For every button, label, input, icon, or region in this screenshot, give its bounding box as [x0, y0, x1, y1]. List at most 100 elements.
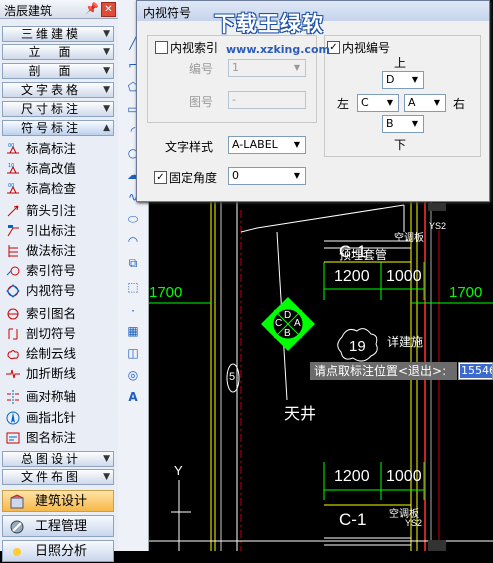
category-site-plan[interactable]: 总图设计 ▼	[2, 451, 114, 467]
panel-titlebar: 浩辰建筑 📌 ✕	[0, 0, 118, 19]
module-building-design[interactable]: 建筑设计	[2, 490, 114, 512]
dimension-text: 1200	[334, 268, 370, 285]
table-tool-icon[interactable]: ◎	[126, 368, 140, 382]
top-direction-select[interactable]: D ▼	[382, 71, 424, 89]
text-style-label: 文字样式	[165, 140, 214, 154]
interior-symbol-b: B	[284, 328, 291, 339]
menu-item-elevation-edit[interactable]: 10 标高改值	[4, 159, 116, 179]
chevron-down-icon: ▼	[293, 63, 301, 72]
interior-symbol-d: D	[284, 310, 292, 321]
make-block-tool-icon[interactable]: ⬚	[126, 280, 140, 294]
annotation-text: 详建施	[387, 335, 424, 349]
menu-item-elevation-check[interactable]: 00 标高检查	[4, 179, 116, 199]
building-design-icon	[10, 494, 24, 509]
annotation-text: YS2	[429, 221, 447, 231]
interior-number-label: 内视编号	[342, 41, 391, 55]
menu-item-north-arrow[interactable]: 画指北针	[4, 408, 116, 428]
sunlight-icon	[13, 548, 21, 556]
chevron-down-icon: ▼	[103, 85, 110, 95]
command-input[interactable]: 15546	[458, 362, 493, 380]
chevron-down-icon: ▼	[433, 98, 441, 107]
window-label: C-1	[339, 510, 367, 529]
ellipse-arc-tool-icon[interactable]: ◠	[126, 234, 140, 248]
hatch-tool-icon[interactable]: ▦	[126, 324, 140, 338]
break-line-icon	[6, 369, 20, 379]
menu-item-cloud-line[interactable]: 绘制云线	[4, 344, 116, 364]
dialog-title: 内视符号	[143, 6, 192, 20]
pin-icon[interactable]: 📌	[85, 2, 99, 15]
insert-block-tool-icon[interactable]: ⧉	[126, 256, 140, 270]
category-symbol-mark[interactable]: 符号标注 ▲	[2, 120, 114, 136]
center-direction-select[interactable]: A ▼	[404, 94, 446, 112]
menu-item-section-symbol[interactable]: 剖切符号	[4, 324, 116, 344]
elevation-edit-icon: 10	[7, 163, 19, 174]
svg-text:10: 10	[8, 163, 14, 169]
elevation-mark-icon: 00	[7, 143, 19, 154]
svg-text:00: 00	[8, 143, 14, 149]
angle-select[interactable]: 0 ▼	[228, 167, 306, 185]
symmetry-axis-icon	[7, 390, 19, 404]
direction-left-label: 左	[337, 97, 350, 111]
chevron-down-icon: ▼	[103, 47, 110, 57]
close-icon[interactable]: ✕	[101, 2, 116, 17]
text-style-select[interactable]: A-LABEL ▼	[228, 136, 306, 154]
chevron-down-icon: ▼	[293, 140, 301, 149]
mtext-tool-icon[interactable]: A	[126, 390, 140, 404]
menu-item-interior-view[interactable]: 内视符号	[4, 281, 116, 301]
menu-item-index-symbol[interactable]: 索引符号	[4, 261, 116, 281]
bubble-number: 19	[349, 338, 366, 355]
elevation-check-icon: 00	[7, 183, 19, 194]
interior-symbol-c: C	[275, 318, 283, 329]
drawing-number-field[interactable]: -	[228, 91, 306, 109]
cloud-line-icon	[7, 350, 19, 360]
menu-item-index-title[interactable]: 索引图名	[4, 304, 116, 324]
dimension-text: 1000	[386, 268, 422, 285]
design-panel: 浩辰建筑 📌 ✕ 三维建模 ▼ 立 面 ▼ 剖 面 ▼ 文字表格 ▼ 尺寸标注 ▼ 符号标…	[0, 0, 119, 562]
menu-item-elevation-mark[interactable]: 00 标高标注	[4, 139, 116, 159]
module-project-manage[interactable]: 工程管理	[2, 515, 114, 537]
category-elevation[interactable]: 立 面 ▼	[2, 44, 114, 60]
region-tool-icon[interactable]: ◫	[126, 346, 140, 360]
menu-item-arrow-leader[interactable]: 箭头引注	[4, 201, 116, 221]
panel-title: 浩辰建筑	[4, 4, 53, 18]
dimension-text: 1000	[386, 468, 422, 485]
category-3d-modeling[interactable]: 三维建模 ▼	[2, 26, 114, 42]
fixed-angle-checkbox[interactable]: ✓	[154, 171, 167, 184]
dimension-text: 1200	[334, 468, 370, 485]
interior-view-icon	[6, 284, 20, 298]
module-sunlight-analysis[interactable]: 日照分析	[2, 540, 114, 562]
menu-item-leader-note[interactable]: 引出标注	[4, 221, 116, 241]
method-note-icon	[8, 245, 18, 257]
category-file-layout[interactable]: 文件布图 ▼	[2, 469, 114, 485]
drawing-title-icon	[6, 432, 20, 444]
ellipse-tool-icon[interactable]: ⬭	[126, 212, 140, 226]
chevron-down-icon: ▼	[293, 171, 301, 180]
chevron-down-icon: ▼	[386, 98, 394, 107]
chevron-down-icon: ▼	[103, 66, 110, 76]
category-text-table[interactable]: 文字表格 ▼	[2, 82, 114, 98]
direction-right-label: 右	[453, 97, 466, 111]
interior-index-checkbox[interactable]	[155, 41, 168, 54]
category-section[interactable]: 剖 面 ▼	[2, 63, 114, 79]
ucs-axis-y: Y	[174, 463, 183, 478]
number-select[interactable]: 1 ▼	[228, 59, 306, 77]
point-tool-icon[interactable]: ·	[126, 304, 140, 318]
left-direction-select[interactable]: C ▼	[357, 94, 399, 112]
menu-item-symmetry-axis[interactable]: 画对称轴	[4, 387, 116, 407]
category-dimension[interactable]: 尺寸标注 ▼	[2, 101, 114, 117]
chevron-down-icon: ▼	[103, 454, 110, 464]
menu-item-drawing-title[interactable]: 图名标注	[4, 428, 116, 448]
interior-index-label: 内视索引	[170, 41, 219, 55]
command-prompt: 请点取标注位置<退出>:	[310, 362, 457, 380]
axis-number: 5	[229, 371, 236, 383]
menu-item-break-line[interactable]: 加折断线	[4, 364, 116, 384]
section-symbol-icon	[8, 328, 18, 340]
annotation-text: 预埋套管	[339, 248, 388, 262]
menu-item-method-note[interactable]: 做法标注	[4, 241, 116, 261]
fixed-angle-label: 固定角度	[169, 171, 218, 185]
number-label: 编号	[189, 62, 214, 76]
leader-note-icon	[7, 225, 19, 237]
dimension-text: 1700	[449, 284, 483, 301]
index-title-icon	[7, 308, 19, 320]
bottom-direction-select[interactable]: B ▼	[382, 115, 424, 133]
